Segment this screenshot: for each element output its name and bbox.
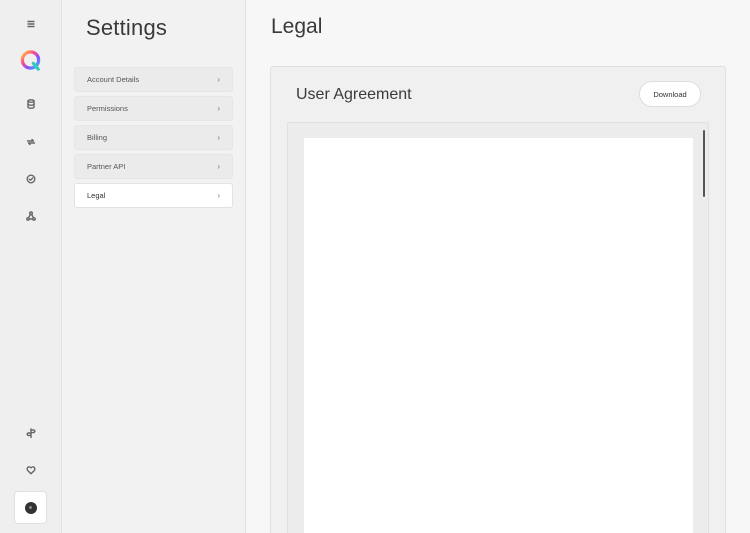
settings-panel: Settings Account Details › Permissions ›… xyxy=(62,0,246,533)
settings-item-label: Partner API xyxy=(87,162,126,171)
chevron-right-icon: › xyxy=(217,75,220,84)
scrollbar[interactable] xyxy=(703,130,705,197)
check-circle-icon[interactable] xyxy=(0,167,62,191)
document-page xyxy=(304,138,693,533)
card-title: User Agreement xyxy=(296,86,412,103)
app-logo[interactable] xyxy=(19,49,42,72)
icon-rail xyxy=(0,0,62,533)
settings-item-partner-api[interactable]: Partner API › xyxy=(74,154,233,179)
user-agreement-card: User Agreement Download xyxy=(270,66,726,533)
signpost-icon[interactable] xyxy=(0,421,62,445)
settings-item-label: Account Details xyxy=(87,75,140,84)
network-icon[interactable] xyxy=(0,204,62,228)
user-avatar-button[interactable] xyxy=(14,491,47,524)
settings-item-billing[interactable]: Billing › xyxy=(74,125,233,150)
settings-item-legal[interactable]: Legal › xyxy=(74,183,233,208)
settings-item-permissions[interactable]: Permissions › xyxy=(74,96,233,121)
chevron-right-icon: › xyxy=(217,104,220,113)
settings-item-label: Legal xyxy=(87,191,106,200)
main-content: Legal User Agreement Download xyxy=(246,0,750,533)
download-button[interactable]: Download xyxy=(639,81,701,107)
settings-item-account-details[interactable]: Account Details › xyxy=(74,67,233,92)
chevron-right-icon: › xyxy=(217,133,220,142)
page-title: Legal xyxy=(271,15,323,38)
swap-icon[interactable] xyxy=(0,130,62,154)
database-icon[interactable] xyxy=(0,92,62,116)
settings-item-label: Permissions xyxy=(87,104,128,113)
settings-title: Settings xyxy=(86,15,168,40)
settings-item-label: Billing xyxy=(87,133,108,142)
menu-icon[interactable] xyxy=(0,12,62,36)
avatar xyxy=(24,501,37,514)
chevron-right-icon: › xyxy=(217,162,220,171)
heart-icon[interactable] xyxy=(0,458,62,482)
document-viewer[interactable] xyxy=(287,122,709,533)
chevron-right-icon: › xyxy=(217,191,220,200)
